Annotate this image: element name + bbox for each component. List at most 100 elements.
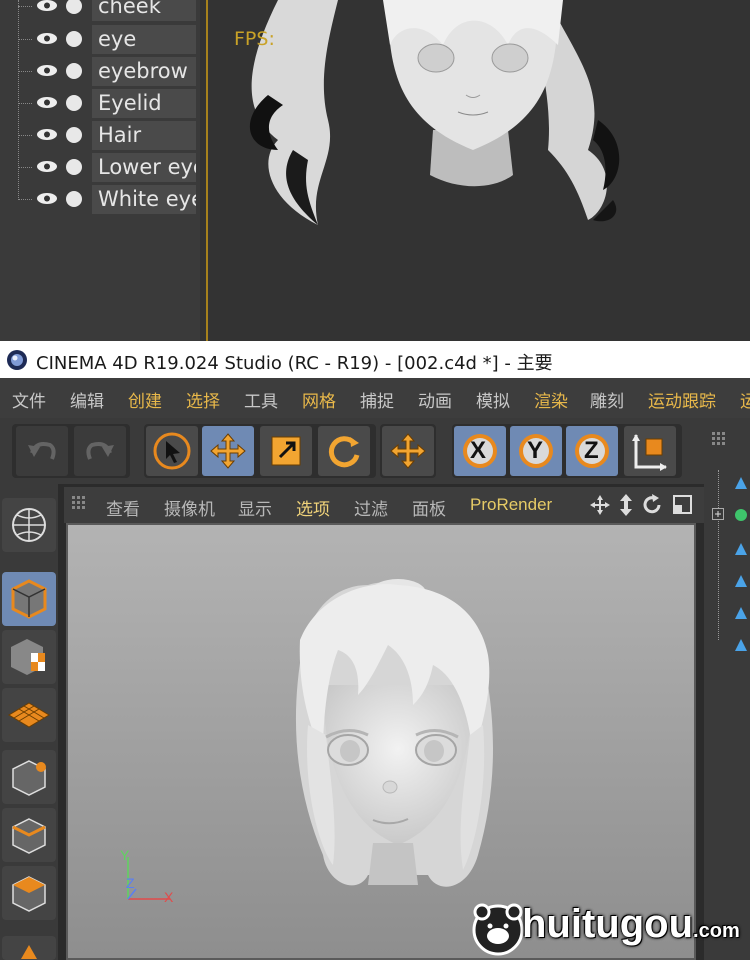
menu-create[interactable]: 创建 bbox=[128, 387, 162, 412]
eye-icon[interactable] bbox=[36, 128, 58, 141]
view-menu-view[interactable]: 查看 bbox=[106, 495, 140, 520]
layer-name[interactable]: White eye bbox=[92, 185, 196, 214]
x-axis-lock-button[interactable]: X bbox=[454, 426, 506, 476]
menu-animate[interactable]: 动画 bbox=[418, 387, 452, 412]
move-arrows-icon bbox=[390, 433, 426, 469]
eye-icon[interactable] bbox=[36, 0, 58, 12]
layer-name[interactable]: eyebrow bbox=[92, 57, 196, 86]
layer-color-dot[interactable] bbox=[66, 159, 82, 175]
menu-tools[interactable]: 工具 bbox=[244, 387, 278, 412]
layer-name[interactable]: cheek bbox=[92, 0, 196, 21]
drag-handle-icon[interactable] bbox=[712, 432, 730, 450]
view-menu-filter[interactable]: 过滤 bbox=[354, 495, 388, 520]
layer-row[interactable]: Eyelid bbox=[0, 88, 200, 118]
3d-viewport[interactable]: Y Z X bbox=[66, 523, 696, 960]
layer-color-dot[interactable] bbox=[66, 31, 82, 47]
scale-tool-button[interactable] bbox=[260, 426, 312, 476]
polygon-cube-icon bbox=[12, 876, 46, 912]
make-editable-button[interactable] bbox=[2, 498, 56, 552]
menu-snap[interactable]: 捕捉 bbox=[360, 387, 394, 412]
z-axis-lock-button[interactable]: Z bbox=[566, 426, 618, 476]
layer-name[interactable]: eye bbox=[92, 25, 196, 54]
edge-cube-icon bbox=[12, 818, 46, 854]
menu-simulate[interactable]: 模拟 bbox=[476, 387, 510, 412]
tweak-mode-button[interactable] bbox=[2, 936, 56, 960]
globe-grid-icon bbox=[12, 508, 46, 542]
menu-render[interactable]: 渲染 bbox=[534, 387, 568, 412]
edges-mode-button[interactable] bbox=[2, 808, 56, 862]
workplane-mode-button[interactable] bbox=[2, 688, 56, 742]
top-screenshot: cheek eye eyebrow Eyelid Hair Lower eye … bbox=[0, 0, 750, 341]
view-menu-options[interactable]: 选项 bbox=[296, 495, 330, 520]
layer-row[interactable]: eyebrow bbox=[0, 56, 200, 86]
menu-file[interactable]: 文件 bbox=[12, 387, 46, 412]
layer-color-dot[interactable] bbox=[66, 0, 82, 14]
layer-row[interactable]: White eye bbox=[0, 184, 200, 214]
polygons-mode-button[interactable] bbox=[2, 866, 56, 920]
point-cube-icon bbox=[12, 760, 46, 796]
redo-button[interactable] bbox=[74, 426, 126, 476]
object-icon[interactable] bbox=[734, 542, 748, 556]
layer-name[interactable]: Eyelid bbox=[92, 89, 196, 118]
layer-color-dot[interactable] bbox=[66, 63, 82, 79]
recent-move-button[interactable] bbox=[382, 426, 434, 476]
viewport-navigation-icons[interactable] bbox=[590, 492, 694, 518]
recent-tool-group bbox=[380, 424, 436, 478]
rotate-tool-button[interactable] bbox=[318, 426, 370, 476]
points-mode-button[interactable] bbox=[2, 750, 56, 804]
live-selection-button[interactable] bbox=[146, 426, 198, 476]
view-menu-cameras[interactable]: 摄像机 bbox=[164, 495, 215, 520]
menu-motion-tracking[interactable]: 运动跟踪 bbox=[648, 387, 716, 412]
head-model-render bbox=[249, 0, 620, 225]
y-axis-label: Y bbox=[527, 437, 544, 464]
layer-color-dot[interactable] bbox=[66, 191, 82, 207]
move-tool-button[interactable] bbox=[202, 426, 254, 476]
eye-icon[interactable] bbox=[36, 192, 58, 205]
eye-icon[interactable] bbox=[36, 32, 58, 45]
expand-icon[interactable] bbox=[712, 508, 724, 520]
menu-overflow[interactable]: 运 bbox=[740, 387, 750, 412]
texture-mode-button[interactable] bbox=[2, 630, 56, 684]
y-axis-lock-button[interactable]: Y bbox=[510, 426, 562, 476]
selection-cursor-icon bbox=[153, 432, 191, 470]
arrow-up-icon bbox=[21, 945, 37, 959]
layer-row[interactable]: Lower eye bbox=[0, 152, 200, 182]
undo-redo-group bbox=[12, 424, 130, 478]
view-menu-display[interactable]: 显示 bbox=[238, 495, 272, 520]
model-mode-button[interactable] bbox=[2, 572, 56, 626]
object-icon[interactable] bbox=[734, 574, 748, 588]
eye-icon[interactable] bbox=[36, 64, 58, 77]
redo-icon bbox=[86, 442, 114, 460]
menu-mesh[interactable]: 网格 bbox=[302, 387, 336, 412]
coordinate-system-button[interactable] bbox=[624, 426, 676, 476]
object-icon[interactable] bbox=[734, 508, 748, 522]
checker-cube-icon bbox=[11, 639, 45, 675]
scale-box-icon bbox=[271, 436, 301, 466]
top-viewport[interactable]: FPS: bbox=[206, 0, 750, 341]
layer-color-dot[interactable] bbox=[66, 95, 82, 111]
layer-name[interactable]: Hair bbox=[92, 121, 196, 150]
watermark: huitugou.com bbox=[470, 900, 740, 956]
drag-handle-icon[interactable] bbox=[72, 496, 90, 514]
layer-color-dot[interactable] bbox=[66, 127, 82, 143]
menu-sculpt[interactable]: 雕刻 bbox=[590, 387, 624, 412]
layer-name[interactable]: Lower eye bbox=[92, 153, 196, 182]
menu-edit[interactable]: 编辑 bbox=[70, 387, 104, 412]
eye-icon[interactable] bbox=[36, 160, 58, 173]
layer-row[interactable]: eye bbox=[0, 24, 200, 54]
eye-icon[interactable] bbox=[36, 96, 58, 109]
layer-row[interactable]: cheek bbox=[0, 0, 200, 21]
layer-row[interactable]: Hair bbox=[0, 120, 200, 150]
transform-tools-group bbox=[144, 424, 376, 478]
object-icon[interactable] bbox=[734, 476, 748, 490]
object-icon[interactable] bbox=[734, 606, 748, 620]
menu-select[interactable]: 选择 bbox=[186, 387, 220, 412]
undo-button[interactable] bbox=[16, 426, 68, 476]
view-menu-panel[interactable]: 面板 bbox=[412, 495, 446, 520]
undo-icon bbox=[28, 442, 56, 460]
object-icon[interactable] bbox=[734, 638, 748, 652]
grid-plane-icon bbox=[8, 702, 50, 728]
window-titlebar[interactable]: CINEMA 4D R19.024 Studio (RC - R19) - [0… bbox=[0, 341, 750, 378]
axis-label-z: Z bbox=[126, 875, 135, 891]
view-menu-prorender[interactable]: ProRender bbox=[470, 495, 552, 515]
